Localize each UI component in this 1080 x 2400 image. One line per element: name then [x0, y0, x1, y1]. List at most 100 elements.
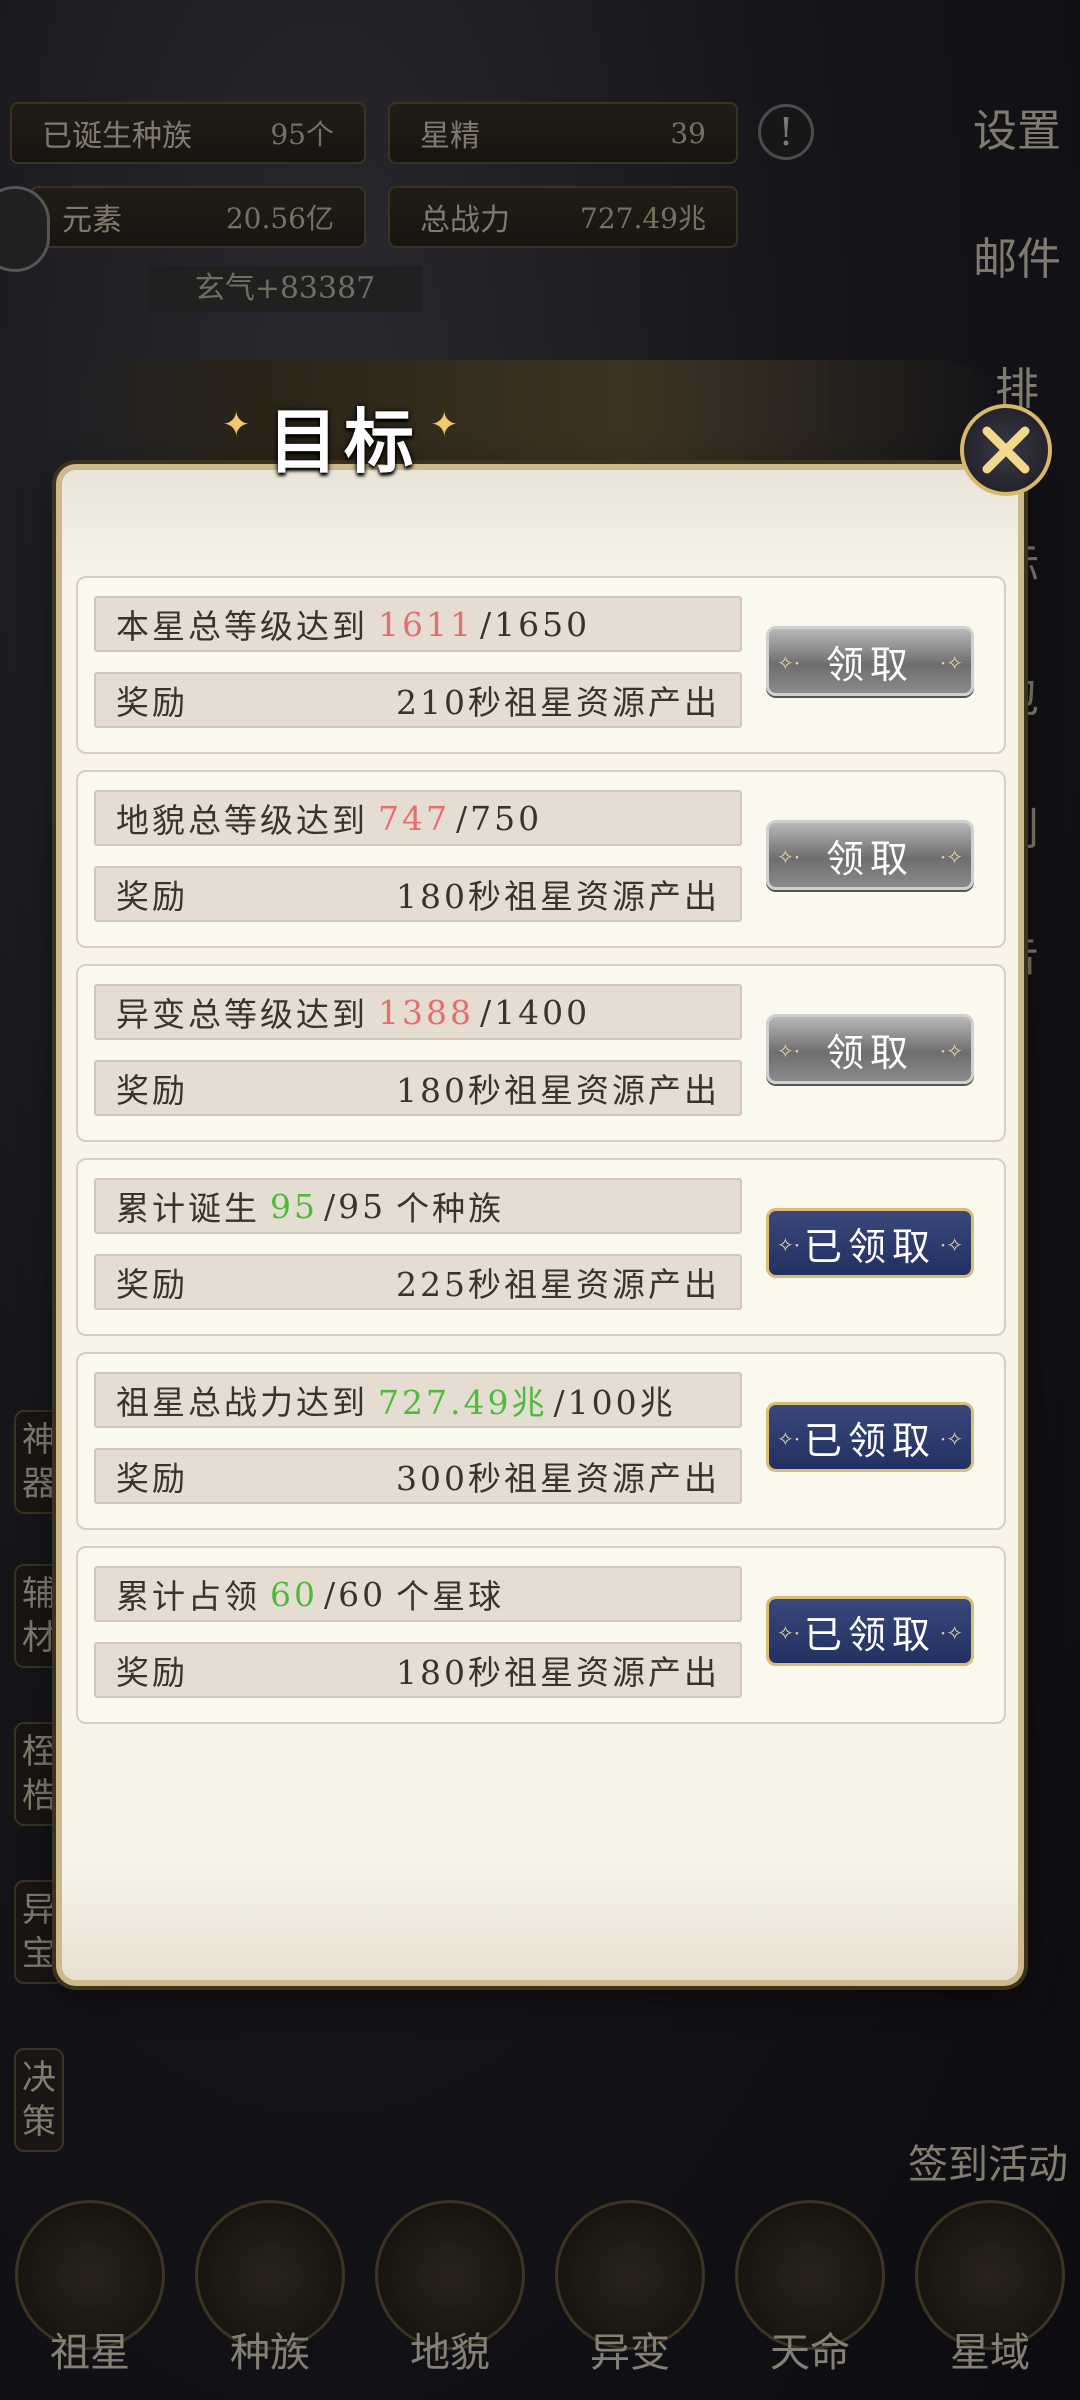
task-reward: 奖励 180秒祖星资源产出 — [94, 1060, 742, 1116]
task-progress-current: 1388 — [378, 992, 474, 1032]
pause-icon[interactable] — [0, 186, 50, 272]
claim-button[interactable]: ✧· 领取 ·✧ — [766, 1014, 974, 1084]
modal-title-band — [60, 360, 1000, 480]
reward-label: 奖励 — [116, 1265, 188, 1304]
material-side-button[interactable]: 辅材 — [14, 1564, 64, 1668]
element-value: 20.56亿 — [225, 202, 334, 235]
total-power-counter: 总战力 727.49兆 — [388, 186, 738, 248]
task-progress-current: 747 — [378, 798, 450, 838]
nav-race[interactable]: 种族 — [190, 2200, 350, 2400]
nav-ancestral-star[interactable]: 祖星 — [10, 2200, 170, 2400]
total-power-label: 总战力 — [420, 203, 510, 238]
arrow-deco-icon: ·✧ — [939, 1233, 963, 1257]
task-progress-target: /750 — [456, 798, 543, 838]
task-progress-current: 60 — [270, 1574, 318, 1614]
exclamation-icon[interactable]: ! — [758, 104, 814, 160]
star-essence-label: 星精 — [420, 119, 480, 154]
element-label: 元素 — [62, 203, 122, 238]
reward-label: 奖励 — [116, 1071, 188, 1110]
task-card: 累计诞生 95 /95 个种族 奖励 225秒祖星资源产出 ✧· 已领取 ·✧ — [76, 1158, 1006, 1336]
nav-star-domain[interactable]: 星域 — [910, 2200, 1070, 2400]
task-condition-suffix: 个星球 — [396, 1577, 505, 1616]
cloud-decoration — [62, 470, 1018, 580]
task-progress-current: 1611 — [378, 604, 474, 644]
claim-button[interactable]: ✧· 领取 ·✧ — [766, 626, 974, 696]
sparkle-icon: ✦ — [222, 405, 251, 445]
star-essence-value: 39 — [670, 116, 706, 150]
task-progress-target: /100兆 — [553, 1383, 676, 1422]
arrow-deco-icon: ✧· — [777, 845, 801, 869]
nav-label: 地貌 — [410, 2330, 490, 2376]
claim-button[interactable]: ✧· 领取 ·✧ — [766, 820, 974, 890]
nav-label: 祖星 — [50, 2330, 130, 2376]
settings-menu-button[interactable]: 设置 — [972, 106, 1062, 158]
reward-value: 180秒祖星资源产出 — [396, 877, 720, 916]
born-races-counter: 已诞生种族 95个 — [10, 102, 366, 164]
arrow-deco-icon: ·✧ — [939, 1621, 963, 1645]
claimed-button[interactable]: ✧· 已领取 ·✧ — [766, 1596, 974, 1666]
claimed-button[interactable]: ✧· 已领取 ·✧ — [766, 1208, 974, 1278]
reward-label: 奖励 — [116, 877, 188, 916]
arrow-deco-icon: ·✧ — [939, 1039, 963, 1063]
task-progress-current: 727.49兆 — [378, 1383, 548, 1422]
born-races-value: 95个 — [270, 118, 334, 151]
task-progress-target: /95 — [324, 1186, 387, 1226]
decision-side-button[interactable]: 决策 — [14, 2048, 64, 2152]
qi-tag: 玄气+83387 — [148, 266, 422, 312]
task-reward: 奖励 180秒祖星资源产出 — [94, 866, 742, 922]
task-reward: 奖励 210秒祖星资源产出 — [94, 672, 742, 728]
reward-value: 180秒祖星资源产出 — [396, 1071, 720, 1110]
task-card: 累计占领 60 /60 个星球 奖励 180秒祖星资源产出 ✧· 已领取 ·✧ — [76, 1546, 1006, 1724]
claim-button-label: 领取 — [825, 1030, 914, 1075]
star-essence-counter: 星精 39 — [388, 102, 738, 164]
sparkle-icon: ✦ — [430, 405, 459, 445]
claim-button-label: 领取 — [825, 836, 914, 881]
mail-menu-button[interactable]: 邮件 — [972, 234, 1062, 286]
sign-activity-button[interactable]: 签到活动 — [908, 2132, 1068, 2190]
task-condition-text: 本星总等级达到 — [116, 607, 368, 646]
close-button[interactable] — [960, 404, 1052, 496]
bottom-navigation: 祖星 种族 地貌 异变 天命 星域 — [0, 2200, 1080, 2400]
task-card: 地貌总等级达到 747 /750 奖励 180秒祖星资源产出 ✧· 领取 ·✧ — [76, 770, 1006, 948]
reward-label: 奖励 — [116, 1653, 188, 1692]
nav-destiny[interactable]: 天命 — [730, 2200, 890, 2400]
task-condition: 累计占领 60 /60 个星球 — [94, 1566, 742, 1622]
nav-label: 星域 — [950, 2330, 1030, 2376]
task-condition: 累计诞生 95 /95 个种族 — [94, 1178, 742, 1234]
shackle-side-button[interactable]: 桎梏 — [14, 1722, 64, 1826]
nav-label: 天命 — [770, 2330, 850, 2376]
task-progress-target: /1400 — [479, 992, 591, 1032]
nav-mutation[interactable]: 异变 — [550, 2200, 710, 2400]
task-condition-text: 累计占领 — [116, 1577, 260, 1616]
nav-label: 异变 — [590, 2330, 670, 2376]
task-card: 异变总等级达到 1388 /1400 奖励 180秒祖星资源产出 ✧· 领取 ·… — [76, 964, 1006, 1142]
task-list: 本星总等级达到 1611 /1650 奖励 210秒祖星资源产出 ✧· 领取 ·… — [76, 576, 1006, 1740]
task-condition-suffix: 个种族 — [396, 1189, 505, 1228]
task-progress-target: /60 — [324, 1574, 387, 1614]
task-progress-current: 95 — [270, 1186, 318, 1226]
claimed-button[interactable]: ✧· 已领取 ·✧ — [766, 1402, 974, 1472]
artifact-side-button[interactable]: 神器 — [14, 1410, 64, 1514]
task-reward: 奖励 225秒祖星资源产出 — [94, 1254, 742, 1310]
task-condition-text: 累计诞生 — [116, 1189, 260, 1228]
task-condition-text: 地貌总等级达到 — [116, 801, 368, 840]
task-condition: 祖星总战力达到 727.49兆 /100兆 — [94, 1372, 742, 1428]
reward-value: 225秒祖星资源产出 — [396, 1265, 720, 1304]
arrow-deco-icon: ✧· — [777, 1621, 801, 1645]
nav-label: 种族 — [230, 2330, 310, 2376]
arrow-deco-icon: ✧· — [777, 651, 801, 675]
reward-label: 奖励 — [116, 683, 188, 722]
task-card: 本星总等级达到 1611 /1650 奖励 210秒祖星资源产出 ✧· 领取 ·… — [76, 576, 1006, 754]
cloud-decoration-bottom — [62, 1860, 1018, 1980]
task-condition-text: 祖星总战力达到 — [116, 1383, 368, 1422]
reward-value: 300秒祖星资源产出 — [396, 1459, 720, 1498]
nav-terrain[interactable]: 地貌 — [370, 2200, 530, 2400]
treasure-side-button[interactable]: 异宝 — [14, 1880, 64, 1984]
task-progress-target: /1650 — [479, 604, 591, 644]
born-races-label: 已诞生种族 — [42, 119, 192, 154]
close-x-icon — [982, 426, 1030, 474]
claimed-button-label: 已领取 — [803, 1224, 936, 1269]
arrow-deco-icon: ·✧ — [939, 845, 963, 869]
task-reward: 奖励 300秒祖星资源产出 — [94, 1448, 742, 1504]
task-condition: 异变总等级达到 1388 /1400 — [94, 984, 742, 1040]
